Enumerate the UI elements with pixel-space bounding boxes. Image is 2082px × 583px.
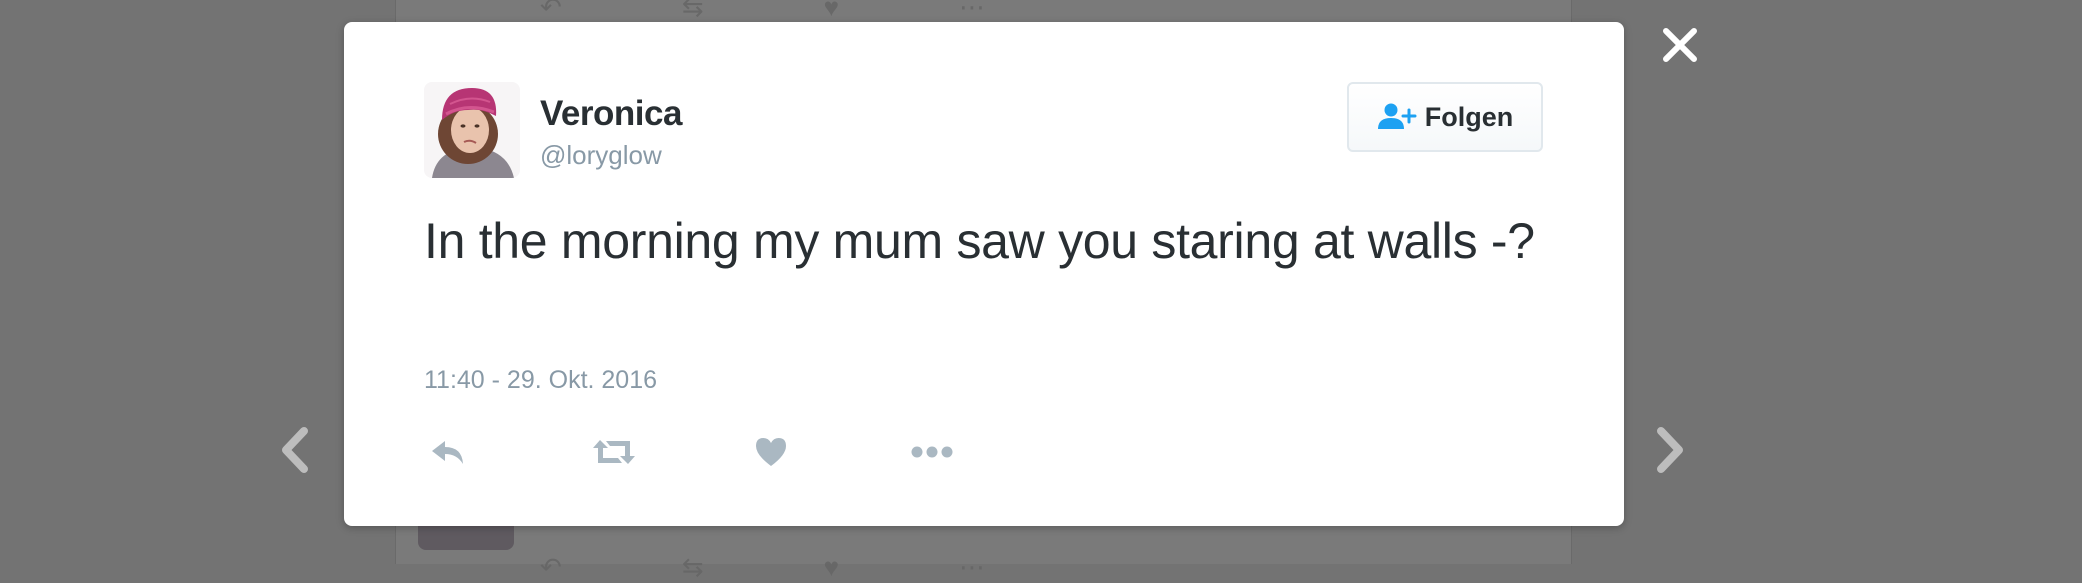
retweet-button[interactable] [584,427,644,477]
background-retweet-icon: ⇆ [681,552,704,582]
next-tweet-button[interactable] [1645,420,1695,480]
add-user-icon [1377,103,1417,129]
background-reply-icon: ↶ [540,552,562,582]
chevron-right-icon [1657,427,1683,473]
background-more-icon: ⋯ [959,0,986,22]
background-tweet-actions-bottom: ↶ ⇆ ♥ ⋯ [540,552,1100,583]
user-name[interactable]: Veronica [540,94,682,134]
follow-button[interactable]: Folgen [1347,82,1543,152]
more-dots-icon [911,446,953,458]
reply-button[interactable] [424,427,474,477]
user-handle[interactable]: @loryglow [540,140,662,171]
like-button[interactable] [746,427,796,477]
close-button[interactable] [1655,20,1705,70]
background-more-icon: ⋯ [959,552,986,582]
background-retweet-icon: ⇆ [681,0,704,22]
background-tweet-actions-top: ↶ ⇆ ♥ ⋯ [540,0,1100,23]
retweet-icon [593,440,635,464]
chevron-left-icon [282,427,308,473]
tweet-timestamp[interactable]: 11:40 - 29. Okt. 2016 [424,366,657,395]
heart-icon [756,438,786,466]
background-heart-icon: ♥ [823,552,840,582]
tweet-text: In the morning my mum saw you staring at… [424,213,1535,269]
avatar[interactable] [424,82,520,178]
tweet-card: Veronica @loryglow Folgen In the morning… [344,22,1624,526]
more-options-button[interactable] [902,427,962,477]
background-heart-icon: ♥ [823,0,840,22]
previous-tweet-button[interactable] [270,420,320,480]
follow-button-label: Folgen [1424,101,1514,132]
close-icon [1663,28,1697,62]
background-reply-icon: ↶ [540,0,562,22]
reply-icon [432,441,463,464]
